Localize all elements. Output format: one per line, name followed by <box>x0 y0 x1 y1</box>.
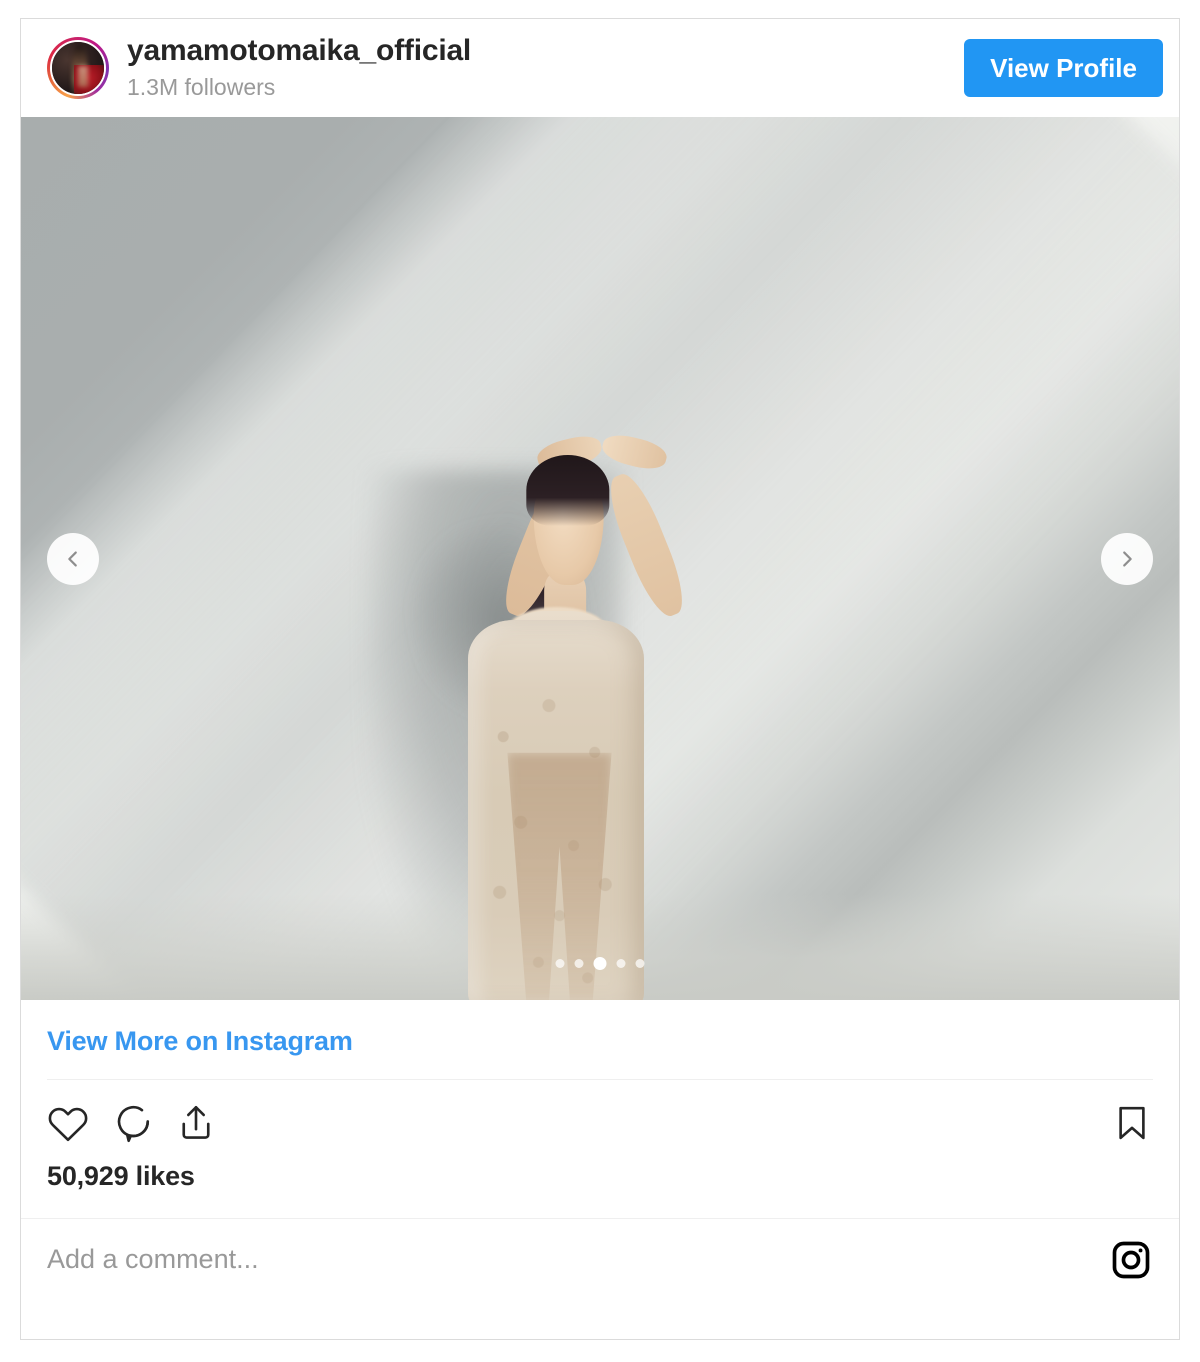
post-media[interactable] <box>21 117 1179 1000</box>
share-icon <box>175 1102 217 1147</box>
follower-count: 1.3M followers <box>127 73 276 100</box>
carousel-dot[interactable] <box>616 959 626 968</box>
bookmark-icon <box>1111 1102 1153 1147</box>
heart-icon <box>47 1102 89 1147</box>
view-more-on-instagram-link[interactable]: View More on Instagram <box>47 1026 353 1056</box>
action-icons-group <box>47 1102 1111 1147</box>
avatar-image <box>50 40 106 96</box>
post-actions-row <box>21 1080 1179 1147</box>
like-button[interactable] <box>47 1102 89 1147</box>
comment-button[interactable] <box>111 1102 153 1147</box>
carousel-dot[interactable] <box>593 957 607 970</box>
instagram-logo-icon[interactable] <box>1109 1238 1153 1282</box>
carousel-dot[interactable] <box>574 959 584 968</box>
carousel-dot[interactable] <box>555 959 565 968</box>
account-info: yamamotomaika_official 1.3M followers <box>127 33 964 102</box>
carousel-next-button[interactable] <box>1101 532 1153 585</box>
instagram-embed-card: yamamotomaika_official 1.3M followers Vi… <box>20 18 1180 1340</box>
carousel-dot[interactable] <box>635 959 645 968</box>
chevron-left-icon <box>62 548 84 570</box>
add-comment-row <box>21 1218 1179 1300</box>
likes-count: 50,929 likes <box>47 1161 195 1191</box>
save-button[interactable] <box>1111 1102 1153 1147</box>
account-username[interactable]: yamamotomaika_official <box>127 33 964 68</box>
avatar[interactable] <box>47 37 109 99</box>
carousel-dots[interactable] <box>555 957 645 970</box>
card-footer: View More on Instagram 50,929 likes Add … <box>21 1000 1179 1300</box>
photo-subject <box>21 117 1179 1000</box>
chevron-right-icon <box>1116 548 1138 570</box>
comment-input[interactable] <box>47 1244 1109 1275</box>
card-header: yamamotomaika_official 1.3M followers Vi… <box>21 19 1179 117</box>
view-profile-button[interactable]: View Profile <box>964 39 1163 97</box>
comment-bubble-icon <box>111 1102 153 1147</box>
share-button[interactable] <box>175 1102 217 1147</box>
view-more-row: View More on Instagram <box>21 1000 1179 1079</box>
carousel-prev-button[interactable] <box>47 532 99 585</box>
